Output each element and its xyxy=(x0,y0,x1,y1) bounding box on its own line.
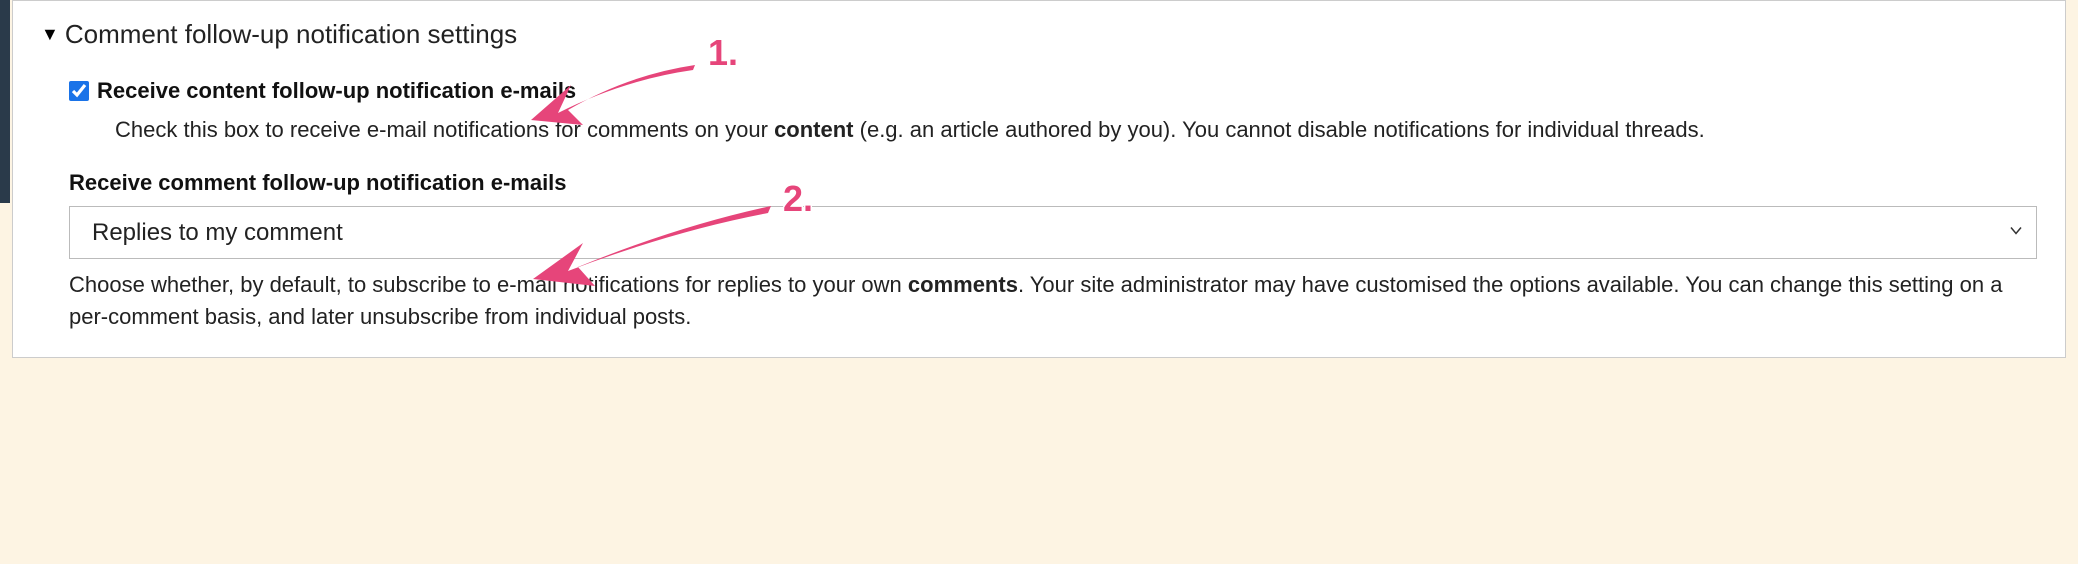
comment-followup-select[interactable]: Replies to my comment xyxy=(69,206,2037,259)
fieldset-legend-toggle[interactable]: ▼ Comment follow-up notification setting… xyxy=(41,19,2037,50)
content-followup-section: Receive content follow-up notification e… xyxy=(69,78,2037,146)
help2-pre: Choose whether, by default, to subscribe… xyxy=(69,272,908,297)
content-followup-help: Check this box to receive e-mail notific… xyxy=(115,114,2037,146)
comment-followup-section: Receive comment follow-up notification e… xyxy=(69,170,2037,333)
help-text-bold: content xyxy=(774,117,853,142)
receive-content-followup-label[interactable]: Receive content follow-up notification e… xyxy=(97,78,576,104)
receive-comment-followup-label: Receive comment follow-up notification e… xyxy=(69,170,2037,196)
help-text-post: (e.g. an article authored by you). You c… xyxy=(854,117,1705,142)
comment-followup-help: Choose whether, by default, to subscribe… xyxy=(69,269,2037,333)
comment-notification-fieldset: ▼ Comment follow-up notification setting… xyxy=(12,0,2066,358)
fieldset-legend-text: Comment follow-up notification settings xyxy=(65,19,517,50)
disclosure-triangle-icon: ▼ xyxy=(41,24,59,45)
help2-bold: comments xyxy=(908,272,1018,297)
receive-content-followup-checkbox[interactable] xyxy=(69,81,89,101)
help-text-pre: Check this box to receive e-mail notific… xyxy=(115,117,774,142)
left-gutter-decoration xyxy=(0,0,10,203)
